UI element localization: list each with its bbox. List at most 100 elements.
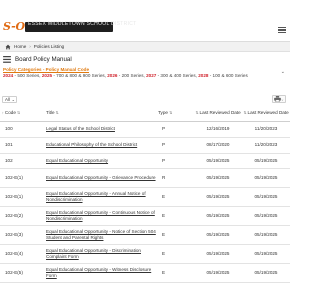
policy-type: E (156, 187, 194, 207)
table-body: 100 Legal Status of the School District P 1… (0, 121, 290, 283)
policy-title-link[interactable]: Educational Philosophy of the School Dis… (46, 142, 137, 147)
column-header-code[interactable]: ↑Code⇅ (0, 105, 44, 122)
table-row[interactable]: 102 Equal Educational Opportunity P 05/19/2… (0, 153, 290, 169)
policy-type: P (156, 137, 194, 154)
policy-title-cell: Equal Educational Opportunity - Grievanc… (44, 168, 156, 188)
list-icon (3, 55, 11, 63)
table-row[interactable]: 102-E(1) Equal Educational Opportunity - … (0, 187, 290, 207)
breadcrumb: Home › Policies Listing (0, 41, 290, 52)
series-label: - 300 & 400 Series, (157, 73, 197, 78)
last-reviewed-date-alt: 05/19/2025 (242, 263, 290, 283)
last-reviewed-date-alt: 05/19/2025 (242, 153, 290, 169)
policy-title-link[interactable]: Equal Educational Opportunity - Annual N… (46, 191, 146, 202)
last-reviewed-date: 05/19/2025 (194, 244, 242, 264)
table-row[interactable]: 102-E(3) Equal Educational Opportunity - … (0, 225, 290, 245)
policy-type: E (156, 206, 194, 226)
policy-title-link[interactable]: Equal Educational Opportunity (46, 158, 108, 163)
sort-icon: ⇅ (168, 110, 173, 115)
last-reviewed-date-alt: 05/19/2025 (242, 168, 290, 188)
series-code: 2027 (146, 73, 157, 78)
series-code: 2025 (41, 73, 53, 78)
policies-table: ↑Code⇅ Title⇅ Type⇅ ⇅Last Reviewed Date … (0, 105, 290, 283)
district-logo[interactable]: ESSEX MIDDLETOWN SCHOOL DISTRICT S-O (3, 21, 137, 34)
breadcrumb-separator: › (29, 44, 31, 49)
policy-type: R (156, 168, 194, 188)
column-header-title[interactable]: Title⇅ (44, 105, 156, 122)
sort-icon: ↑ (2, 110, 4, 115)
policy-code: 102-E(5) (0, 263, 44, 283)
series-code: 2026 (107, 73, 118, 78)
sort-icon: ⇅ (16, 110, 21, 115)
series-code: 2024 (3, 73, 14, 78)
column-header-last-reviewed-alt-label: Last Reviewed Date (247, 109, 289, 115)
table-controls: All ⌄ ⌄ (0, 95, 290, 104)
breadcrumb-home[interactable]: Home (14, 44, 26, 49)
policy-title-cell: Equal Educational Opportunity - Annual N… (44, 187, 156, 207)
policy-title-cell: Equal Educational Opportunity - Discrimi… (44, 244, 156, 264)
last-reviewed-date: 05/19/2025 (194, 263, 242, 283)
policy-code: 101 (0, 137, 44, 154)
last-reviewed-date: 05/19/2025 (194, 187, 242, 207)
policy-title-cell: Equal Educational Opportunity (44, 153, 156, 169)
print-button[interactable]: ⌄ (272, 95, 286, 103)
series-label: - 100 & 600 Series (209, 73, 248, 78)
policy-title-cell: Equal Educational Opportunity - Witness … (44, 263, 156, 283)
last-reviewed-date-alt: 11/20/2023 (242, 137, 290, 154)
page-title-row: Board Policy Manual (0, 53, 290, 65)
sort-icon: ⇅ (243, 110, 247, 115)
column-header-last-reviewed[interactable]: ⇅Last Reviewed Date (194, 105, 242, 122)
policy-title-link[interactable]: Equal Educational Opportunity - Notice o… (46, 229, 156, 240)
breadcrumb-policies-listing[interactable]: Policies Listing (34, 44, 64, 49)
filter-select[interactable]: All ⌄ (2, 96, 17, 103)
last-reviewed-date: 05/19/2025 (194, 206, 242, 226)
chevron-down-icon: ⌄ (11, 97, 15, 102)
policy-code: 100 (0, 121, 44, 138)
policy-type: E (156, 225, 194, 245)
table-row[interactable]: 102-E(5) Equal Educational Opportunity - … (0, 263, 290, 283)
table-row[interactable]: 100 Legal Status of the School District P 1… (0, 121, 290, 138)
chevron-down-icon[interactable]: ⌄ (281, 69, 285, 75)
last-reviewed-date-alt: 05/19/2025 (242, 206, 290, 226)
series-list: 2024 - 500 Series, 2025 - 700 & 800 & 90… (3, 73, 286, 79)
last-reviewed-date: 05/19/2025 (194, 168, 242, 188)
last-reviewed-date-alt: 05/19/2025 (242, 187, 290, 207)
policy-title-link[interactable]: Equal Educational Opportunity - Grievanc… (46, 175, 156, 180)
table-row[interactable]: 102-E(1) Equal Educational Opportunity - … (0, 168, 290, 188)
table-header-row: ↑Code⇅ Title⇅ Type⇅ ⇅Last Reviewed Date … (0, 105, 290, 122)
policy-title-cell: Equal Educational Opportunity - Notice o… (44, 225, 156, 245)
table-row[interactable]: 102-E(2) Equal Educational Opportunity - … (0, 206, 290, 226)
last-reviewed-date-alt: 11/20/2023 (242, 121, 290, 138)
policy-code: 102-E(4) (0, 244, 44, 264)
last-reviewed-date: 08/17/2020 (194, 137, 242, 154)
column-header-type[interactable]: Type⇅ (156, 105, 194, 122)
home-icon[interactable] (5, 44, 11, 50)
sort-icon: ⇅ (55, 110, 59, 115)
policy-title-link[interactable]: Equal Educational Opportunity - Witness … (46, 267, 151, 278)
table-row[interactable]: 101 Educational Philosophy of the School … (0, 137, 290, 154)
policy-title-cell: Equal Educational Opportunity - Continuo… (44, 206, 156, 226)
last-reviewed-date-alt: 05/19/2025 (242, 244, 290, 264)
policy-title-link[interactable]: Legal Status of the School District (46, 126, 115, 131)
logo-band-text: ESSEX MIDDLETOWN SCHOOL DISTRICT (28, 21, 137, 27)
policy-title-cell: Educational Philosophy of the School Dis… (44, 137, 156, 154)
table-row[interactable]: 102-E(4) Equal Educational Opportunity - … (0, 244, 290, 264)
policy-code: 102 (0, 153, 44, 169)
series-label: - 700 & 800 & 900 Series, (53, 73, 106, 78)
policy-categories-link[interactable]: Policy Categories - Policy Manual Code (3, 67, 89, 72)
policy-type: E (156, 263, 194, 283)
printer-icon (274, 96, 281, 103)
policy-title-link[interactable]: Equal Educational Opportunity - Continuo… (46, 210, 155, 221)
menu-icon[interactable] (278, 27, 286, 33)
column-header-code-label: Code (4, 109, 16, 115)
policy-code: 102-E(1) (0, 168, 44, 188)
policy-code: 102-E(2) (0, 206, 44, 226)
policy-title-link[interactable]: Equal Educational Opportunity - Discrimi… (46, 248, 141, 259)
logo-band: ESSEX MIDDLETOWN SCHOOL DISTRICT (25, 21, 137, 32)
column-header-last-reviewed-label: Last Reviewed Date (199, 109, 241, 115)
last-reviewed-date: 12/16/2019 (194, 121, 242, 138)
policy-title-cell: Legal Status of the School District (44, 121, 156, 138)
last-reviewed-date-alt: 05/19/2025 (242, 225, 290, 245)
last-reviewed-date: 05/19/2025 (194, 153, 242, 169)
policy-code: 102-E(1) (0, 187, 44, 207)
column-header-last-reviewed-alt[interactable]: ⇅Last Reviewed Date (242, 105, 290, 122)
